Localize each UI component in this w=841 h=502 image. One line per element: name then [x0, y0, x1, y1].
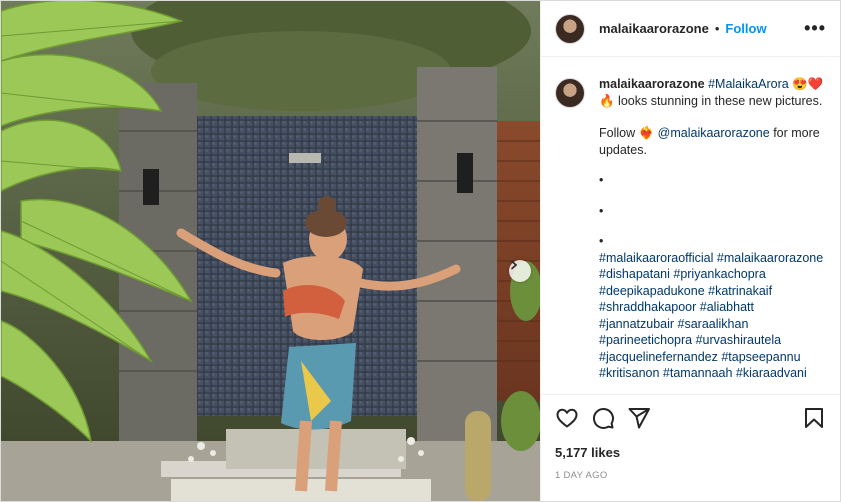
post-image[interactable] [1, 1, 540, 501]
separator-dot: • [714, 21, 720, 36]
hashtag-line[interactable]: #shraddhakapoor #aliabhatt [599, 299, 826, 316]
hashtag-line[interactable]: #jacquelinefernandez #tapseepannu [599, 349, 826, 366]
post-date[interactable]: 1 DAY AGO [555, 470, 826, 481]
bullet-1: • [599, 173, 604, 187]
comment-icon [592, 407, 614, 429]
hashtag-line[interactable]: #parineetichopra #urvashirautela [599, 332, 826, 349]
emoji-heart-fire: ❤️‍🔥 [638, 126, 655, 140]
comments-section[interactable]: malaikaarorazone #MalaikaArora 😍❤️ 🔥 loo… [541, 58, 840, 384]
hashtag-list: #malaikaaroraofficial #malaikaarorazone … [599, 250, 826, 382]
hashtag-line[interactable]: #jannatzubair #saraalikhan [599, 316, 826, 333]
bullet-2: • [599, 203, 604, 218]
caption-line-1: looks stunning in these new pictures. [614, 93, 823, 108]
avatar[interactable] [555, 13, 585, 44]
header-username[interactable]: malaikaarorazone [599, 21, 709, 36]
caption-username[interactable]: malaikaarorazone [599, 77, 705, 91]
mention-link[interactable]: @malaikaarorazone [658, 126, 770, 140]
next-image-button[interactable] [509, 260, 531, 282]
hashtag-line[interactable]: #deepikapadukone #katrinakaif [599, 283, 826, 300]
post-photo [1, 1, 540, 501]
like-button[interactable] [555, 406, 579, 430]
bullet-3: • [599, 234, 604, 248]
hashtag-line[interactable]: #malaikaaroraofficial #malaikaarorazone [599, 250, 826, 267]
hashtag-link[interactable]: #MalaikaArora [708, 77, 789, 91]
action-bar [555, 395, 826, 441]
more-options-icon[interactable]: ••• [804, 18, 826, 39]
hashtag-line[interactable]: #kritisanon #tamannaah #kiaraadvani [599, 365, 826, 382]
caption-avatar[interactable] [555, 78, 585, 108]
share-button[interactable] [627, 406, 651, 430]
actions-area: 5,177 likes 1 DAY AGO [541, 394, 840, 501]
save-button[interactable] [802, 406, 826, 430]
likes-count[interactable]: 5,177 likes [555, 445, 826, 460]
hashtag-line[interactable]: #dishapatani #priyankachopra [599, 266, 826, 283]
emoji-heart-eyes: 😍❤️ [792, 77, 824, 91]
follow-prefix: Follow [599, 126, 639, 140]
instagram-post: malaikaarorazone • Follow ••• malaikaaro… [0, 0, 841, 502]
post-side-panel: malaikaarorazone • Follow ••• malaikaaro… [540, 1, 840, 501]
emoji-fire: 🔥 [599, 93, 615, 108]
caption-text: malaikaarorazone #MalaikaArora 😍❤️ 🔥 loo… [599, 76, 826, 382]
follow-button[interactable]: Follow [725, 21, 766, 36]
chevron-right-icon [511, 260, 518, 270]
paper-plane-icon [628, 408, 650, 429]
heart-icon [556, 408, 578, 428]
caption: malaikaarorazone #MalaikaArora 😍❤️ 🔥 loo… [555, 76, 826, 382]
post-header: malaikaarorazone • Follow ••• [541, 1, 840, 57]
comment-button[interactable] [591, 406, 615, 430]
bookmark-icon [805, 408, 823, 428]
